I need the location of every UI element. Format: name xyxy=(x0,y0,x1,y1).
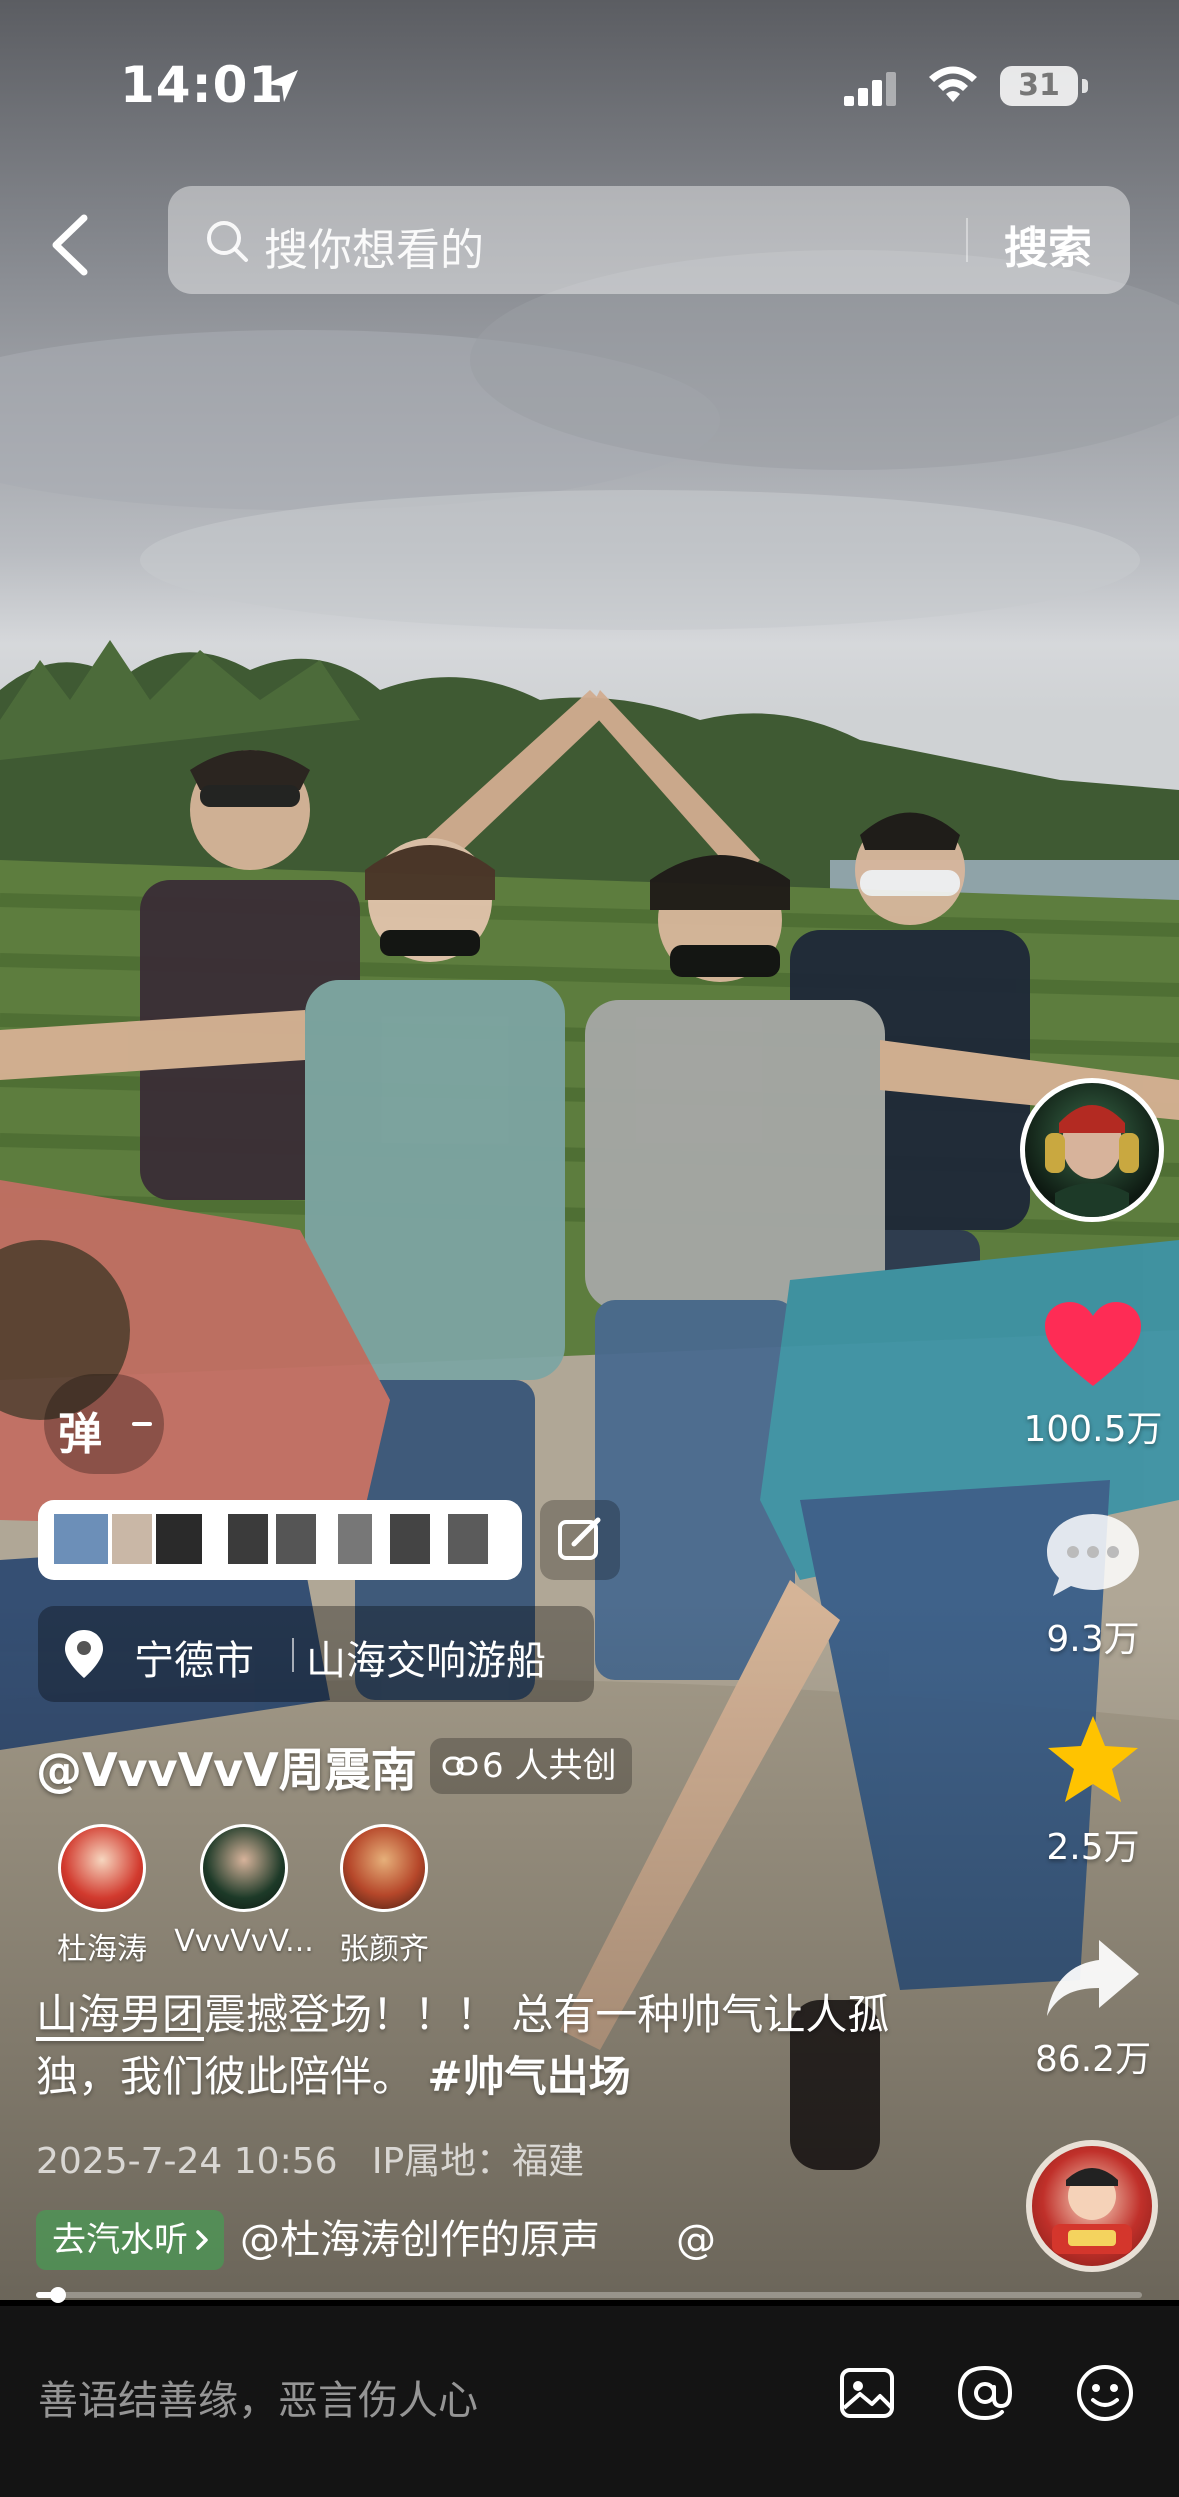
video-progress-bar[interactable] xyxy=(36,2287,1142,2303)
share-button[interactable]: 86.2万 xyxy=(1008,1936,1178,2082)
danmu-off-line xyxy=(132,1422,152,1426)
video-caption: 山海男团震撼登场！！！ 总有一种帅气让人孤独，我们彼此陪伴。 #帅气出场 xyxy=(36,1984,896,2108)
creator-name: VvvVvV... xyxy=(174,1924,314,1959)
creator-item[interactable]: VvvVvV... xyxy=(174,1824,314,1959)
music-disc[interactable] xyxy=(1026,2140,1158,2272)
danmu-input[interactable] xyxy=(38,1500,522,1580)
comment-icon xyxy=(1047,1514,1139,1596)
censored-block xyxy=(228,1514,268,1564)
censored-block xyxy=(448,1514,488,1564)
comment-input[interactable]: 善语结善缘，恶言伤人心 xyxy=(38,2368,478,2426)
creator-name: 张颜齐 xyxy=(339,1932,429,1967)
location-city: 宁德市 xyxy=(134,1638,254,1684)
back-icon[interactable] xyxy=(42,210,102,280)
creator-avatar xyxy=(58,1824,146,1912)
author-avatar[interactable] xyxy=(1020,1078,1164,1222)
music-app-link[interactable]: 去汽水听 xyxy=(36,2210,224,2270)
location-poi: 山海交响游船 xyxy=(306,1638,546,1684)
chevron-right-icon xyxy=(196,2230,208,2250)
censored-block xyxy=(54,1514,108,1564)
creator-item[interactable]: 杜海涛 xyxy=(32,1824,172,1968)
signal-icon xyxy=(844,72,896,106)
publish-date: 2025-7-24 10:56 xyxy=(36,2141,338,2182)
status-bar: 14:01 31 xyxy=(0,0,1179,150)
share-count: 86.2万 xyxy=(1034,2039,1152,2080)
music-at: @ xyxy=(676,2217,716,2263)
comment-bar: 善语结善缘，恶言伤人心 xyxy=(0,2306,1179,2497)
video-meta: 2025-7-24 10:56 IP属地：福建 xyxy=(36,2132,584,2184)
location-separator xyxy=(292,1638,294,1672)
censored-block xyxy=(156,1514,202,1564)
cocreate-count: 6 人共创 xyxy=(482,1746,617,1786)
edit-icon xyxy=(558,1517,601,1560)
creator-item[interactable]: 张颜齐 xyxy=(314,1824,454,1968)
favorite-button[interactable]: 2.5万 xyxy=(1008,1712,1178,1870)
search-input[interactable]: 搜你想看的 xyxy=(264,214,484,278)
avatar-image xyxy=(1045,1105,1139,1217)
edit-button[interactable] xyxy=(540,1500,620,1580)
creator-avatar xyxy=(200,1824,288,1912)
danmu-toggle-button[interactable]: 弹 xyxy=(44,1374,164,1474)
music-disc-image xyxy=(1052,2168,1132,2254)
location-tag[interactable]: 宁德市 山海交响游船 xyxy=(38,1606,594,1702)
battery-indicator: 31 xyxy=(1000,66,1088,106)
caption-mention[interactable]: 山海男团 xyxy=(36,1990,204,2039)
censored-block xyxy=(338,1514,372,1564)
progress-handle[interactable] xyxy=(50,2287,67,2303)
location-arrow-icon xyxy=(266,70,298,102)
music-app-label: 去汽水听 xyxy=(52,2220,188,2260)
search-button[interactable]: 搜索 xyxy=(1004,212,1092,276)
star-icon xyxy=(1048,1716,1138,1802)
status-time: 14:01 xyxy=(120,56,285,114)
censored-block xyxy=(390,1514,430,1564)
search-icon xyxy=(207,221,248,262)
author-name[interactable]: @VvvVvV周震南 xyxy=(36,1734,417,1800)
like-count: 100.5万 xyxy=(1023,1409,1163,1450)
location-pin-icon xyxy=(65,1630,103,1678)
share-icon xyxy=(1047,1940,1139,2016)
creator-name: 杜海涛 xyxy=(57,1932,147,1967)
creator-avatar xyxy=(340,1824,428,1912)
link-icon xyxy=(442,1756,478,1776)
search-bar[interactable]: 搜你想看的 搜索 xyxy=(168,186,1130,294)
image-icon[interactable] xyxy=(836,2362,898,2424)
wifi-icon xyxy=(929,66,977,102)
favorite-count: 2.5万 xyxy=(1046,1827,1140,1868)
cocreate-tag[interactable]: 6 人共创 xyxy=(430,1738,633,1794)
comment-button[interactable]: 9.3万 xyxy=(1008,1510,1178,1662)
like-button[interactable]: 100.5万 xyxy=(1008,1300,1178,1452)
censored-block xyxy=(112,1514,152,1564)
at-icon[interactable] xyxy=(954,2362,1016,2424)
caption-hashtag[interactable]: #帅气出场 xyxy=(427,2052,630,2101)
music-title[interactable]: @杜海涛创作的原声 xyxy=(240,2210,600,2270)
danmu-label: 弹 xyxy=(58,1409,102,1460)
emoji-icon[interactable] xyxy=(1074,2362,1136,2424)
search-divider xyxy=(966,218,968,262)
ip-location: IP属地：福建 xyxy=(371,2141,585,2182)
censored-block xyxy=(276,1514,316,1564)
comment-count: 9.3万 xyxy=(1046,1619,1140,1660)
heart-icon xyxy=(1045,1302,1141,1386)
